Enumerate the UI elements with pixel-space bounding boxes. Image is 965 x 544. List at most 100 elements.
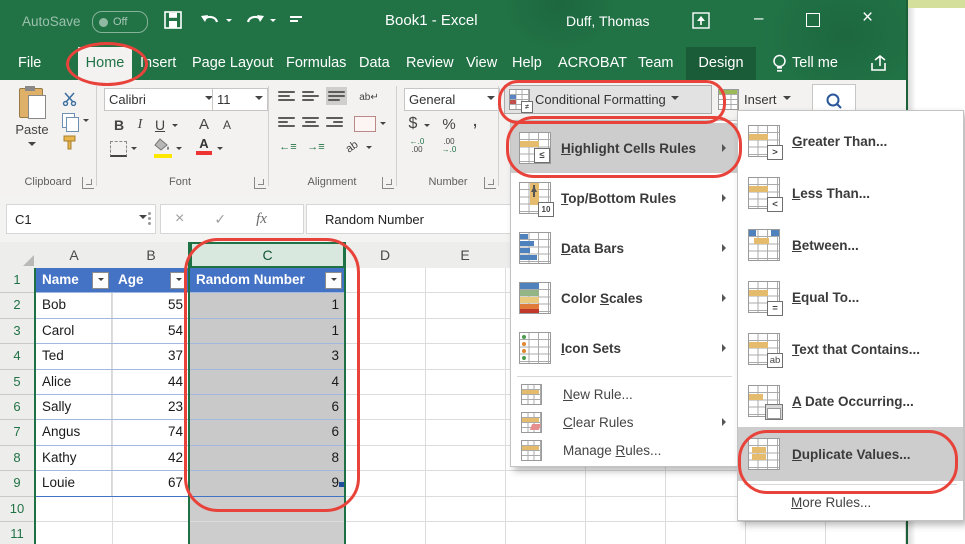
bold-button[interactable]: B <box>110 115 128 135</box>
menu-item-highlight-cells-rules[interactable]: ≤ Highlight Cells Rules <box>511 123 738 173</box>
decrease-indent-icon[interactable]: ←≡ <box>278 139 298 155</box>
submenu-item-more-rules[interactable]: More Rules... <box>738 488 963 516</box>
shrink-font-button[interactable]: A <box>220 116 234 134</box>
wrap-text-icon[interactable]: ab↵ <box>358 88 380 106</box>
menu-item-clear-rules[interactable]: Clear Rules <box>511 408 738 436</box>
ribbon-display-options-icon[interactable] <box>692 12 710 29</box>
comma-style-button[interactable]: , <box>468 109 482 131</box>
row-header-6[interactable]: 6 <box>0 394 34 421</box>
enter-icon[interactable]: ✓ <box>214 211 226 228</box>
row-header-8[interactable]: 8 <box>0 445 34 472</box>
align-bottom-icon[interactable] <box>326 87 347 105</box>
fill-color-dropdown-icon[interactable] <box>176 147 182 153</box>
tab-formulas[interactable]: Formulas <box>286 47 346 80</box>
submenu-item-between[interactable]: Between... <box>738 219 963 271</box>
row-header-5[interactable]: 5 <box>0 369 34 395</box>
table-header-age[interactable]: Age <box>112 268 190 293</box>
font-color-dropdown-icon[interactable] <box>217 147 223 153</box>
align-top-icon[interactable] <box>278 89 295 103</box>
table-header-name[interactable]: Name <box>36 268 112 293</box>
font-dialog-launcher-icon[interactable] <box>254 177 266 189</box>
copy-dropdown-icon[interactable] <box>83 119 89 125</box>
font-size-select[interactable]: 11 <box>212 88 268 111</box>
align-center-icon[interactable] <box>302 115 319 129</box>
row-header-1[interactable]: 1 <box>0 268 34 294</box>
undo-icon[interactable] <box>200 12 222 28</box>
maximize-button[interactable] <box>806 13 820 27</box>
increase-indent-icon[interactable]: →≡ <box>306 139 326 155</box>
select-all-corner[interactable] <box>0 242 37 269</box>
row-header-9[interactable]: 9 <box>0 471 34 497</box>
redo-icon[interactable] <box>243 12 265 28</box>
column-header-c-selected[interactable]: C <box>190 242 345 268</box>
underline-button[interactable]: U <box>152 115 168 135</box>
submenu-item-duplicate-values[interactable]: Duplicate Values... <box>738 427 963 481</box>
autosave-toggle[interactable]: Off <box>92 11 148 33</box>
menu-item-color-scales[interactable]: Color Scales <box>511 273 738 323</box>
format-painter-icon[interactable] <box>62 135 78 150</box>
redo-dropdown-icon[interactable] <box>270 19 276 25</box>
submenu-item-text-that-contains[interactable]: ab Text that Contains... <box>738 323 963 375</box>
filter-button[interactable] <box>170 272 187 289</box>
italic-button[interactable]: I <box>133 115 147 135</box>
number-format-select[interactable]: General <box>404 88 500 111</box>
table-header-random-number[interactable]: Random Number <box>190 268 345 293</box>
tab-home[interactable]: Home <box>78 47 132 80</box>
cut-icon[interactable] <box>62 92 78 106</box>
conditional-formatting-button[interactable]: ≠ Conditional Formatting <box>504 85 712 114</box>
submenu-item-less-than[interactable]: < Less Than... <box>738 167 963 219</box>
row-header-10[interactable]: 10 <box>0 496 34 522</box>
tab-help[interactable]: Help <box>512 47 542 80</box>
table-row[interactable]: Ted 37 3 <box>36 344 345 370</box>
menu-item-icon-sets[interactable]: Icon Sets <box>511 323 738 373</box>
table-row[interactable]: Kathy 42 8 <box>36 445 345 472</box>
submenu-item-equal-to[interactable]: = Equal To... <box>738 271 963 323</box>
tab-team[interactable]: Team <box>638 47 673 80</box>
align-left-icon[interactable] <box>278 115 295 129</box>
name-box[interactable]: C1 <box>6 204 156 234</box>
fill-color-icon[interactable] <box>154 138 172 158</box>
column-header-e[interactable]: E <box>425 242 506 269</box>
submenu-item-a-date-occurring[interactable]: A Date Occurring... <box>738 375 963 427</box>
column-header-b[interactable]: B <box>112 242 191 269</box>
percent-style-button[interactable]: % <box>440 114 458 134</box>
menu-item-manage-rules[interactable]: Manage Rules... <box>511 436 738 464</box>
tab-tell-me[interactable]: Tell me <box>792 47 838 80</box>
merge-dropdown-icon[interactable] <box>380 122 386 128</box>
undo-dropdown-icon[interactable] <box>226 19 232 25</box>
decrease-decimal-button[interactable]: .00 →.0 <box>436 138 462 154</box>
copy-icon[interactable] <box>62 113 79 132</box>
formula-bar-splitter[interactable] <box>148 210 151 227</box>
row-header-11[interactable]: 11 <box>0 521 34 544</box>
underline-dropdown-icon[interactable] <box>172 124 178 130</box>
merge-center-icon[interactable] <box>354 116 376 132</box>
filter-button[interactable] <box>325 272 342 289</box>
quick-access-customize-icon[interactable] <box>290 14 302 24</box>
menu-item-top-bottom-rules[interactable]: 10 Top/Bottom Rules <box>511 173 738 223</box>
save-icon[interactable] <box>163 10 183 30</box>
tab-design[interactable]: Design <box>686 47 756 80</box>
table-row[interactable]: Angus 74 6 <box>36 420 345 446</box>
font-color-icon[interactable]: A <box>196 136 212 155</box>
grow-font-button[interactable]: A <box>196 114 212 134</box>
accounting-format-button[interactable]: $ <box>406 114 420 134</box>
table-row[interactable]: Bob 55 1 <box>36 293 345 319</box>
menu-item-new-rule[interactable]: New Rule... <box>511 380 738 408</box>
table-row[interactable]: Sally 23 6 <box>36 394 345 421</box>
tab-acrobat[interactable]: ACROBAT <box>558 47 627 80</box>
user-name[interactable]: Duff, Thomas <box>566 11 650 31</box>
minimize-button[interactable]: – <box>754 8 763 28</box>
row-header-7[interactable]: 7 <box>0 420 34 446</box>
borders-dropdown-icon[interactable] <box>131 147 137 153</box>
orientation-dropdown-icon[interactable] <box>366 146 372 152</box>
alignment-dialog-launcher-icon[interactable] <box>382 177 394 189</box>
tab-insert[interactable]: Insert <box>140 47 176 80</box>
paste-button[interactable]: Paste <box>10 86 54 155</box>
cancel-icon[interactable]: × <box>175 210 184 228</box>
filter-button[interactable] <box>92 272 109 289</box>
orientation-icon[interactable]: ab <box>339 134 366 160</box>
share-icon[interactable] <box>868 53 888 73</box>
table-row[interactable]: Carol 54 1 <box>36 318 345 345</box>
accounting-dropdown-icon[interactable] <box>424 124 430 130</box>
tab-page-layout[interactable]: Page Layout <box>192 47 273 80</box>
